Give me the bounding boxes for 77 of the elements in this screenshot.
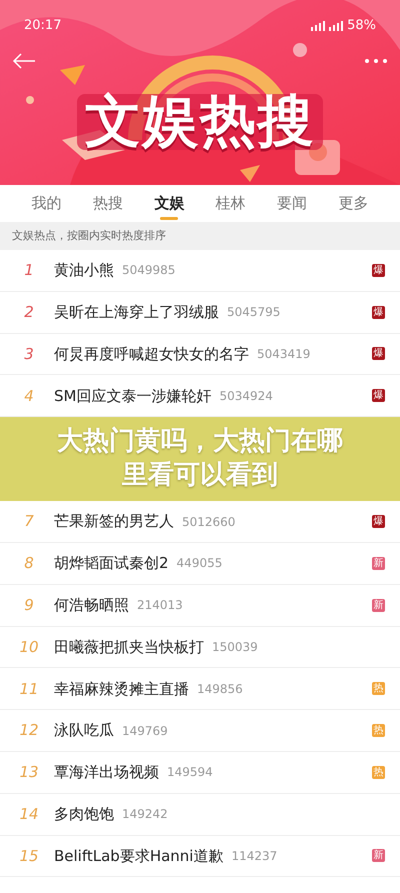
heat-count: 5034924 [219, 388, 273, 405]
topic-title: 何炅再度呼喊超女快女的名字 [54, 344, 249, 365]
heat-count: 149594 [167, 764, 213, 782]
list-row[interactable]: 11 幸福麻辣烫摊主直播 149856 热 [0, 668, 400, 710]
topic-badge: 新 [372, 598, 385, 612]
rank-number: 4 [23, 386, 35, 407]
battery-level: 58% [347, 17, 376, 35]
header-title: 文娱热搜 [77, 94, 323, 150]
topic-title: 黄油小熊 [54, 260, 114, 282]
topic-badge: 新 [372, 849, 385, 862]
list-row[interactable]: 7 芒果新签的男艺人 5012660 爆 [0, 501, 400, 543]
heat-count: 149242 [122, 806, 168, 824]
topic-badge: 爆 [372, 264, 385, 277]
tab[interactable]: 热搜 [88, 185, 127, 222]
heat-count: 149856 [197, 680, 243, 698]
rank-number: 10 [18, 636, 40, 658]
list-row[interactable]: 8 胡烨韬面试秦创2 449055 新 [0, 542, 400, 585]
heat-count: 149769 [122, 722, 168, 740]
rank-number: 14 [18, 804, 40, 825]
topic-title: 胡烨韬面试秦创2 [54, 553, 169, 574]
list-row[interactable]: 13 覃海洋出场视频 149594 热 [0, 752, 400, 794]
rank-number: 13 [18, 762, 40, 784]
rank-number: 1 [23, 260, 35, 282]
rank-number: 7 [23, 511, 35, 532]
topic-badge: 热 [372, 766, 385, 779]
topic-badge: 爆 [372, 389, 385, 402]
topic-badge: 热 [372, 682, 385, 696]
rank-number: 15 [18, 846, 40, 867]
heat-count: 449055 [176, 555, 222, 572]
subtitle-bar: 文娱热点，按圈内实时热度排序 [0, 222, 400, 250]
list-row[interactable]: 3 何炅再度呼喊超女快女的名字 5043419 爆 [0, 334, 400, 376]
topic-badge: 爆 [372, 306, 385, 319]
tab[interactable]: 要闻 [272, 185, 311, 222]
tab[interactable]: 文娱 [150, 185, 188, 222]
heat-count: 5049985 [122, 262, 176, 280]
heat-count: 150039 [212, 638, 258, 656]
heat-count: 114237 [231, 848, 278, 865]
tab[interactable]: 更多 [334, 185, 372, 222]
topic-title: 田曦薇把抓夹当快板打 [54, 636, 204, 658]
list-row[interactable]: 9 何浩畅晒照 214013 新 [0, 584, 400, 627]
heat-count: 5012660 [182, 514, 236, 531]
signal-icon [309, 20, 344, 31]
topic-badge: 爆 [372, 347, 385, 360]
rank-number: 9 [23, 594, 35, 616]
topic-title: 幸福麻辣烫摊主直播 [54, 678, 189, 700]
topic-title: SM回应文泰一涉嫌轮奸 [54, 386, 212, 407]
rank-number: 3 [23, 344, 35, 365]
list-row[interactable]: 14 多肉饱饱 149242 [0, 794, 400, 836]
tab[interactable]: 我的 [28, 185, 66, 222]
list-row[interactable]: 12 泳队吃瓜 149769 热 [0, 710, 400, 752]
topic-title: 何浩畅晒照 [54, 594, 129, 616]
list-row[interactable]: 1 黄油小熊 5049985 爆 [0, 250, 400, 292]
rank-number: 8 [23, 553, 35, 574]
tab[interactable]: 桂林 [212, 185, 250, 222]
heat-count: 5045795 [227, 304, 280, 322]
heat-count: 5043419 [257, 346, 310, 363]
list-row[interactable]: 15 BeliftLab要求Hanni道歉 114237 新 [0, 836, 400, 878]
more-icon[interactable] [364, 58, 388, 64]
topic-title: 多肉饱饱 [54, 804, 114, 825]
topic-title: 吴昕在上海穿上了羽绒服 [54, 302, 219, 323]
topic-badge: 新 [372, 556, 385, 570]
back-arrow-icon[interactable] [12, 52, 36, 70]
list-row[interactable]: 10 田曦薇把抓夹当快板打 150039 [0, 626, 400, 668]
topic-title: 泳队吃瓜 [54, 720, 114, 742]
rank-number: 12 [18, 720, 40, 742]
topic-badge: 热 [372, 724, 385, 738]
tab-underline [160, 217, 178, 220]
heat-count: 214013 [137, 597, 183, 614]
overlay-banner: 大热门黄吗，大热门在哪里看可以看到 [0, 417, 400, 502]
topic-badge: 爆 [372, 515, 385, 528]
status-time: 20:17 [24, 17, 62, 35]
rank-number: 2 [23, 302, 35, 323]
topic-title: BeliftLab要求Hanni道歉 [54, 846, 224, 867]
rank-number: 11 [18, 678, 40, 700]
list-row[interactable]: 2 吴昕在上海穿上了羽绒服 5045795 爆 [0, 292, 400, 334]
topic-title: 覃海洋出场视频 [54, 762, 159, 784]
topic-title: 芒果新签的男艺人 [54, 511, 174, 532]
